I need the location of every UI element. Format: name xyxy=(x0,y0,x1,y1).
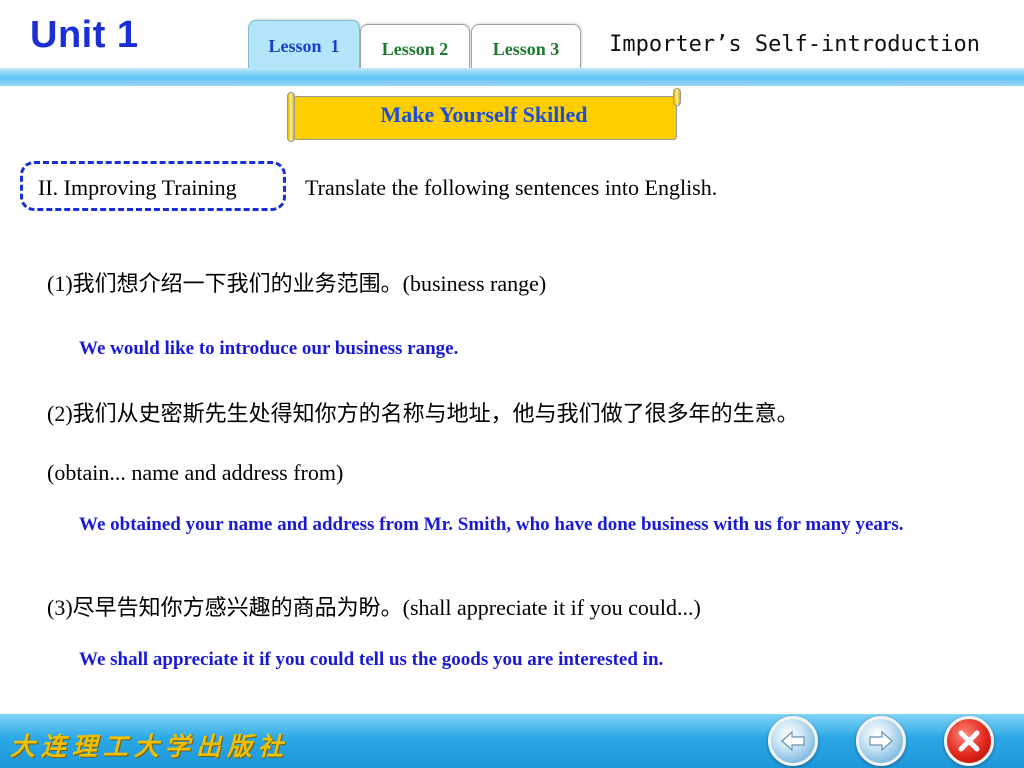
question-1: (1)我们想介绍一下我们的业务范围。(business range) xyxy=(47,271,547,296)
close-button[interactable] xyxy=(944,716,994,766)
arrow-left-icon xyxy=(780,730,806,752)
tab-lesson-2[interactable]: Lesson 2 xyxy=(360,24,470,68)
question-3: (3)尽早告知你方感兴趣的商品为盼。(shall appreciate it i… xyxy=(47,595,701,620)
question-2-hint: (obtain... name and address from) xyxy=(47,460,344,485)
answer-2: We obtained your name and address from M… xyxy=(79,514,904,535)
banner-title: Make Yourself Skilled xyxy=(380,102,588,127)
header-divider-band xyxy=(0,68,1024,86)
section-banner: Make Yourself Skilled xyxy=(287,88,681,142)
tab-lesson-1[interactable]: Lesson 1 xyxy=(248,20,360,68)
previous-slide-button[interactable] xyxy=(768,716,818,766)
arrow-right-icon xyxy=(868,730,894,752)
tab-lesson-1-label: Lesson 1 xyxy=(268,36,340,56)
next-slide-button[interactable] xyxy=(856,716,906,766)
section-label: II. Improving Training xyxy=(38,175,237,200)
answer-1: We would like to introduce our business … xyxy=(79,338,459,359)
tab-lesson-2-label: Lesson 2 xyxy=(381,39,449,59)
slide-title: Importer’s Self-introduction xyxy=(609,32,980,57)
tab-lesson-3-label: Lesson 3 xyxy=(492,39,560,59)
answer-3: We shall appreciate it if you could tell… xyxy=(79,649,664,670)
tab-lesson-3[interactable]: Lesson 3 xyxy=(471,24,581,68)
close-icon xyxy=(957,729,981,753)
publisher-logo-text: 大连理工大学出版社 xyxy=(10,732,290,761)
instruction-text: Translate the following sentences into E… xyxy=(305,175,718,200)
question-2: (2)我们从史密斯先生处得知你方的名称与地址，他与我们做了很多年的生意。 xyxy=(47,401,799,426)
unit-title: Unit 1 xyxy=(30,14,139,56)
